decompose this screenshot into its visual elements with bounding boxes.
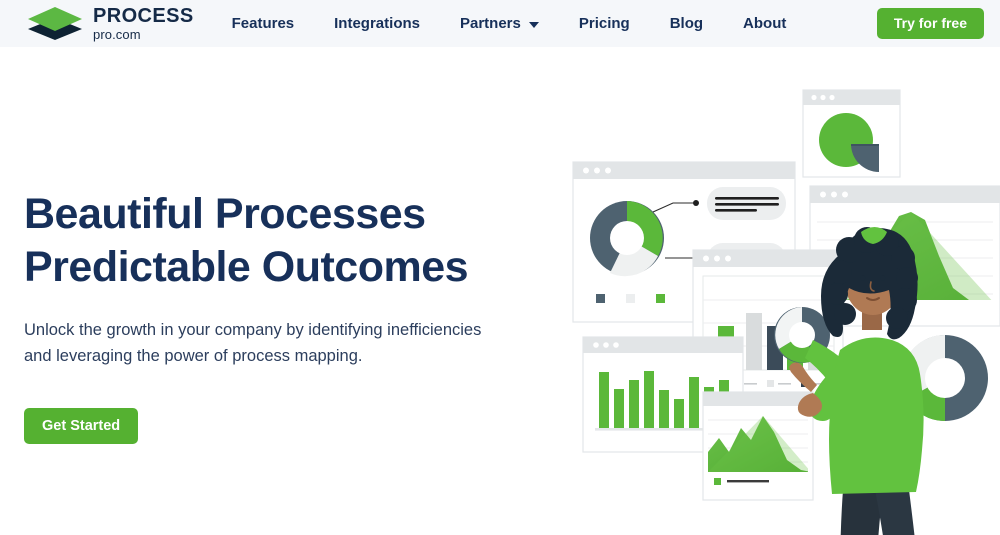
main-nav: Features Integrations Partners Pricing B…: [232, 9, 787, 38]
legend-swatch: [714, 478, 721, 485]
eye: [880, 275, 886, 281]
bar: [614, 389, 624, 428]
hero-subtitle: Unlock the growth in your company by ide…: [24, 320, 482, 366]
nav-item-partners[interactable]: Partners: [460, 9, 539, 38]
page-title: Beautiful Processes Predictable Outcomes: [24, 188, 554, 295]
pie-chart-card: [802, 89, 901, 178]
window-dot: [820, 191, 826, 198]
window-dot: [594, 167, 600, 174]
legend-swatch: [596, 294, 605, 303]
logo-text: PROCESS pro.com: [93, 6, 194, 41]
nav-item-features[interactable]: Features: [232, 9, 295, 38]
window-dot: [829, 94, 835, 101]
landing-page: PROCESS pro.com Features Integrations Pa…: [0, 0, 1000, 535]
bar: [689, 377, 699, 428]
logo[interactable]: PROCESS pro.com: [26, 4, 194, 44]
chevron-down-icon: [528, 21, 539, 28]
logo-title: PROCESS: [93, 5, 194, 27]
window-dot: [703, 255, 709, 262]
nav-item-blog[interactable]: Blog: [670, 9, 703, 38]
nav-label: Pricing: [578, 15, 630, 32]
window-dot: [831, 191, 837, 198]
bar: [629, 380, 639, 428]
area-chart-card: [702, 391, 814, 501]
window-dot: [725, 255, 731, 262]
bar: [599, 372, 609, 428]
nav-item-pricing[interactable]: Pricing: [579, 9, 630, 38]
hero-title-line-2: Predictable Outcomes: [24, 243, 469, 292]
bar: [746, 313, 762, 370]
bar: [644, 371, 654, 428]
legend-swatch: [767, 380, 774, 387]
hero-title-line-1: Beautiful Processes: [24, 190, 426, 238]
window-dot: [603, 342, 609, 348]
nav-item-about[interactable]: About: [743, 9, 786, 38]
nav-item-integrations[interactable]: Integrations: [334, 9, 420, 38]
window-dot: [714, 255, 720, 262]
eye: [860, 275, 866, 281]
window-dot: [605, 167, 611, 174]
window-dot: [583, 167, 589, 174]
window-dot: [842, 191, 848, 198]
nav-label: About: [743, 15, 787, 32]
dashboard-illustration-svg: [572, 89, 1000, 535]
legend-swatch: [626, 294, 635, 303]
get-started-button[interactable]: Get Started: [24, 408, 139, 445]
window-dot: [593, 342, 599, 348]
hero-illustration: [555, 60, 1000, 535]
window-dot: [811, 94, 817, 101]
window-dot: [613, 342, 619, 348]
nav-label: Partners: [459, 15, 521, 32]
nav-label: Features: [231, 15, 295, 32]
nav-label: Integrations: [334, 15, 420, 32]
callout-dot: [693, 200, 699, 206]
bar: [674, 399, 684, 428]
site-header: PROCESS pro.com Features Integrations Pa…: [0, 0, 1000, 47]
try-for-free-button[interactable]: Try for free: [876, 8, 984, 39]
diamond-layers-logo-icon: [26, 4, 84, 44]
nav-label: Blog: [669, 15, 704, 32]
bar: [659, 390, 669, 428]
window-dot: [820, 94, 826, 101]
hero-copy: Beautiful Processes Predictable Outcomes…: [24, 188, 554, 445]
logo-subtitle: pro.com: [93, 27, 141, 42]
legend-swatch: [656, 294, 665, 303]
